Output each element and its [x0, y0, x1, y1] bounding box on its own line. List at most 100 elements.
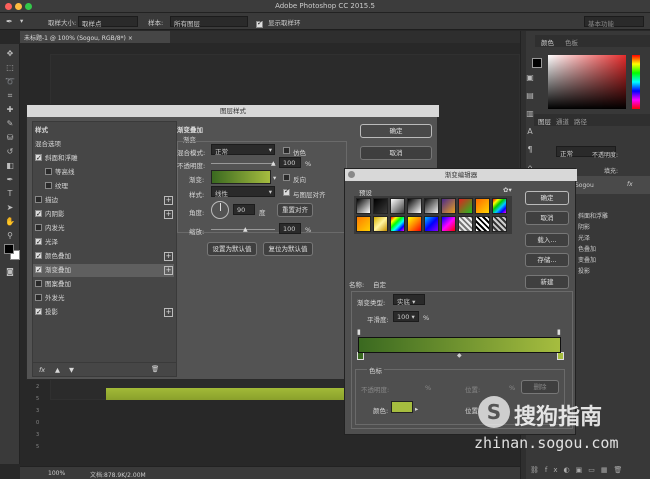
style-item[interactable]: 渐变叠加 [33, 264, 174, 277]
move-tool-icon[interactable]: ✥ [3, 48, 17, 60]
layer-effect-item[interactable]: 光泽 [578, 233, 590, 242]
foreground-color-swatch[interactable] [4, 244, 14, 254]
style-item-checkbox[interactable] [35, 250, 42, 263]
layer-effect-item[interactable]: 阴影 [578, 222, 590, 231]
layer-effect-item[interactable]: 色叠加 [578, 244, 596, 253]
gradient-name-value[interactable]: 自定 [373, 279, 386, 289]
add-style-icon[interactable]: + [164, 266, 173, 275]
close-tab-icon[interactable]: × [128, 35, 133, 42]
gradient-preset-swatch[interactable] [390, 198, 405, 214]
tab-color[interactable]: 颜色 [541, 37, 554, 47]
style-item-checkbox[interactable] [35, 293, 42, 301]
layer-style-cancel-button[interactable]: 取消 [360, 146, 432, 160]
scale-slider-thumb[interactable]: ▲ [243, 226, 248, 233]
style-item-checkbox[interactable] [35, 195, 42, 203]
stamp-tool-icon[interactable]: ⛁ [3, 132, 17, 144]
midpoint-diamond[interactable]: ◆ [457, 352, 462, 359]
stop-color-dropdown-icon[interactable]: ▸ [415, 405, 418, 413]
style-item[interactable]: 等高线 [35, 166, 150, 179]
layer-fx-icon[interactable]: fx [627, 181, 633, 188]
style-item[interactable]: 内发光 [35, 222, 150, 235]
add-style-icon[interactable]: + [164, 252, 173, 261]
tool-preset-chevron-icon[interactable]: ▾ [20, 17, 23, 25]
quick-mask-icon[interactable]: ◙ [3, 266, 17, 278]
gradient-new-button[interactable]: 新建 [525, 275, 569, 289]
add-style-icon[interactable]: + [164, 196, 173, 205]
pen-tool-icon[interactable]: ✒ [3, 174, 17, 186]
gradient-preset-swatch[interactable] [373, 216, 388, 232]
gradient-preset-swatch[interactable] [475, 216, 490, 232]
layer-effect-item[interactable]: 斜面和浮雕 [578, 211, 608, 220]
reverse-checkbox[interactable] [283, 173, 293, 182]
eyedropper-icon[interactable]: ✒ [6, 17, 13, 26]
style-item[interactable]: 纹理 [35, 180, 150, 193]
gradient-cancel-button[interactable]: 取消 [525, 211, 569, 225]
style-item-checkbox[interactable] [45, 181, 52, 189]
move-up-icon[interactable]: ▲ [55, 366, 60, 374]
brush-tool-icon[interactable]: ✎ [3, 118, 17, 130]
panel-foreground-swatch[interactable] [532, 58, 542, 68]
style-item[interactable]: 内阴影 [35, 208, 150, 221]
opacity-stop-left[interactable]: ▮ [357, 328, 361, 336]
reset-align-button[interactable]: 重置对齐 [277, 203, 313, 217]
workspace-select[interactable]: 基本功能 [584, 16, 644, 28]
gradient-preset-swatch[interactable] [441, 216, 456, 232]
style-item[interactable]: 描边 [35, 194, 150, 207]
type-tool-icon[interactable]: T [3, 188, 17, 200]
style-item[interactable]: 投影 [35, 306, 150, 319]
lasso-tool-icon[interactable]: ➰ [3, 76, 17, 88]
layer-style-ok-button[interactable]: 确定 [360, 124, 432, 138]
healing-tool-icon[interactable]: ✚ [3, 104, 17, 116]
gradient-preset-swatch[interactable] [424, 216, 439, 232]
style-item-checkbox[interactable] [35, 152, 42, 165]
gradient-save-button[interactable]: 存储... [525, 253, 569, 267]
gradient-presets-grid[interactable] [354, 196, 512, 234]
add-style-icon[interactable]: + [164, 210, 173, 219]
color-stop-left[interactable] [357, 352, 364, 360]
doc-info[interactable]: 文档:878.9K/2.00M [90, 470, 146, 479]
gradient-preset-swatch[interactable] [373, 198, 388, 214]
gradient-preset-swatch[interactable] [475, 198, 490, 214]
gradient-preset-swatch[interactable] [492, 216, 507, 232]
tab-channels[interactable]: 通道 [556, 116, 569, 126]
blend-options-item[interactable]: 混合选项 [35, 138, 150, 151]
presets-gear-icon[interactable]: ✿▾ [503, 186, 512, 194]
add-style-icon[interactable]: + [164, 308, 173, 317]
color-spectrum-picker[interactable] [548, 55, 626, 109]
style-item-checkbox[interactable] [35, 208, 42, 221]
align-checkbox[interactable] [283, 187, 293, 197]
opacity-stop-right[interactable]: ▮ [557, 328, 561, 336]
gradient-preset-swatch[interactable] [458, 216, 473, 232]
tab-paths[interactable]: 路径 [574, 116, 587, 126]
layer-effect-item[interactable]: 投影 [578, 266, 590, 275]
layers-panel-footer-icons[interactable]: ⛓fx◐▣▭▦🗑 [530, 466, 650, 478]
style-item[interactable]: 光泽 [35, 236, 150, 249]
style-item[interactable]: 图案叠加 [35, 278, 150, 291]
gradient-ok-button[interactable]: 确定 [525, 191, 569, 205]
gradient-preset-swatch[interactable] [356, 198, 371, 214]
opacity-slider-track[interactable] [211, 163, 275, 164]
gradient-preset-swatch[interactable] [441, 198, 456, 214]
style-item[interactable]: 颜色叠加 [35, 250, 150, 263]
gradient-preset-swatch[interactable] [407, 216, 422, 232]
gradient-dropdown-icon[interactable]: ▾ [273, 174, 276, 182]
scale-input[interactable]: 100 [279, 223, 301, 234]
gradient-preset-swatch[interactable] [424, 198, 439, 214]
zoom-tool-icon[interactable]: ⚲ [3, 230, 17, 242]
crop-tool-icon[interactable]: ⌗ [3, 90, 17, 102]
hue-slider[interactable] [632, 55, 640, 109]
hand-tool-icon[interactable]: ✋ [3, 216, 17, 228]
style-item[interactable]: 外发光 [35, 292, 150, 305]
style-item[interactable]: 斜面和浮雕 [35, 152, 150, 165]
gradient-preset-swatch[interactable] [458, 198, 473, 214]
gradient-type-select[interactable]: 实底 ▾ [393, 294, 425, 306]
style-item-checkbox[interactable] [35, 279, 42, 287]
opacity-slider-thumb[interactable]: ▲ [271, 160, 276, 167]
sample-size-select[interactable]: 取样点 [78, 16, 138, 28]
gradient-preset-swatch[interactable] [390, 216, 405, 232]
stop-color-swatch[interactable] [391, 401, 413, 413]
opacity-input[interactable]: 100 [279, 157, 301, 168]
color-stop-right[interactable] [557, 352, 564, 360]
style-select[interactable]: 线性 ▾ [211, 186, 275, 198]
trash-icon[interactable]: 🗑 [151, 365, 159, 373]
